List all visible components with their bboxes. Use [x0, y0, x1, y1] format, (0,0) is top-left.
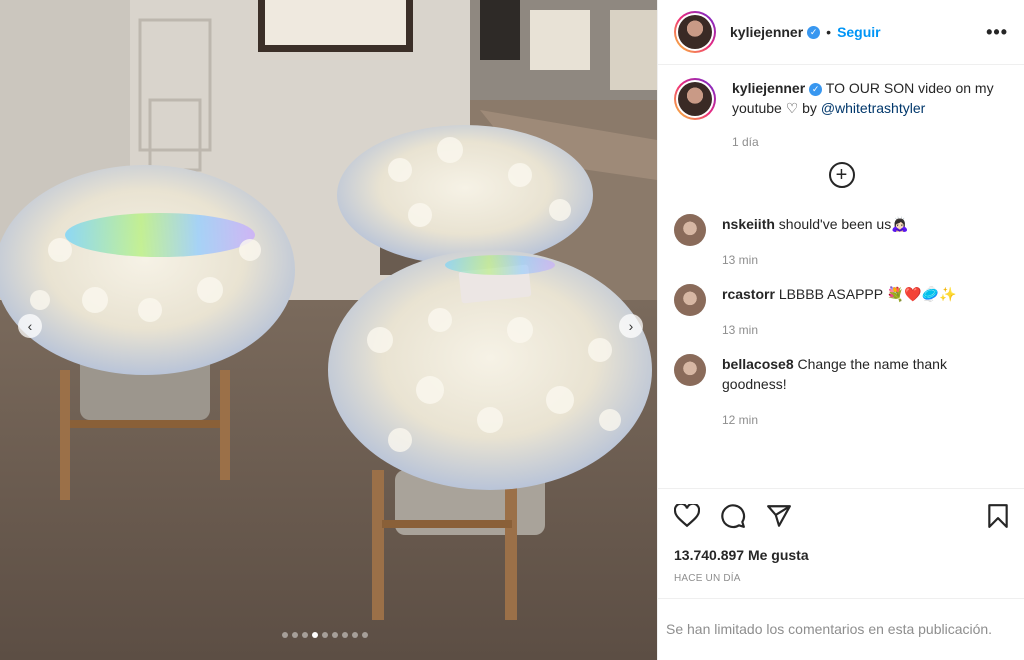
caption-time[interactable]: 1 día	[732, 132, 1009, 152]
caption-avatar[interactable]	[674, 78, 716, 120]
comment-text: should've been us🙇🏻‍♀️	[778, 216, 909, 232]
comment-icon[interactable]	[720, 503, 746, 529]
carousel-prev-button[interactable]: ‹	[18, 314, 42, 338]
carousel-indicator	[282, 632, 368, 638]
plus-circle-icon[interactable]: +	[828, 162, 855, 188]
header-separator: •	[826, 24, 832, 40]
comment-item: nskeiith should've been us🙇🏻‍♀️ 13 min	[674, 214, 1009, 270]
chevron-left-icon: ‹	[27, 318, 33, 334]
author-username[interactable]: kyliejenner	[730, 24, 803, 40]
verified-badge-icon: ✓	[809, 82, 823, 96]
instagram-post: ‹ › kyliejenner ✓ • Seguir ••• kyliejenn…	[0, 0, 1024, 660]
comment-time[interactable]: 12 min	[722, 410, 1009, 430]
flowers-photo-illustration	[0, 0, 657, 660]
post-sidebar: kyliejenner ✓ • Seguir ••• kyliejenner ✓ …	[657, 0, 1024, 660]
comment-avatar[interactable]	[674, 284, 706, 316]
caption-username[interactable]: kyliejenner	[732, 80, 805, 96]
comment-avatar[interactable]	[674, 214, 706, 246]
comment-username[interactable]: bellacose8	[722, 356, 794, 372]
post-actions: 13.740.897 Me gusta HACE UN DÍA	[658, 488, 1024, 584]
carousel-dot-active	[312, 632, 318, 638]
follow-button[interactable]: Seguir	[837, 24, 881, 40]
more-options-icon[interactable]: •••	[986, 22, 1008, 43]
comment-text: LBBBB ASAPPP 💐❤️🥏✨	[778, 286, 957, 302]
carousel-dot	[292, 632, 298, 638]
comment-avatar[interactable]	[674, 354, 706, 386]
post-photo[interactable]: ‹ ›	[0, 0, 657, 660]
heart-icon[interactable]	[674, 504, 700, 528]
carousel-dot	[322, 632, 328, 638]
chevron-right-icon: ›	[628, 318, 634, 334]
caption: kyliejenner ✓ TO OUR SON video on my yout…	[674, 78, 1009, 152]
load-more-comments: +	[674, 162, 1009, 188]
comments-limited-notice: Se han limitado los comentarios en esta …	[658, 598, 1024, 660]
comment-item: rcastorr LBBBB ASAPPP 💐❤️🥏✨ 13 min	[674, 284, 1009, 340]
comment-item: bellacose8 Change the name thank goodnes…	[674, 354, 1009, 430]
author-avatar[interactable]	[674, 11, 716, 53]
share-icon[interactable]	[766, 504, 792, 528]
carousel-dot	[302, 632, 308, 638]
comment-username[interactable]: rcastorr	[722, 286, 775, 302]
carousel-dot	[332, 632, 338, 638]
verified-badge-icon: ✓	[807, 25, 821, 39]
carousel-dot	[282, 632, 288, 638]
post-header: kyliejenner ✓ • Seguir •••	[658, 0, 1024, 65]
comment-time[interactable]: 13 min	[722, 250, 1009, 270]
carousel-dot	[342, 632, 348, 638]
comment-time[interactable]: 13 min	[722, 320, 1009, 340]
caption-mention-link[interactable]: @whitetrashtyler	[821, 100, 925, 116]
likes-count[interactable]: 13.740.897 Me gusta	[674, 547, 1009, 563]
bookmark-icon[interactable]	[987, 503, 1009, 529]
carousel-next-button[interactable]: ›	[619, 314, 643, 338]
comments-list[interactable]: kyliejenner ✓ TO OUR SON video on my yout…	[658, 78, 1024, 488]
carousel-dot	[362, 632, 368, 638]
comment-username[interactable]: nskeiith	[722, 216, 775, 232]
carousel-dot	[352, 632, 358, 638]
post-timestamp[interactable]: HACE UN DÍA	[674, 573, 1009, 584]
